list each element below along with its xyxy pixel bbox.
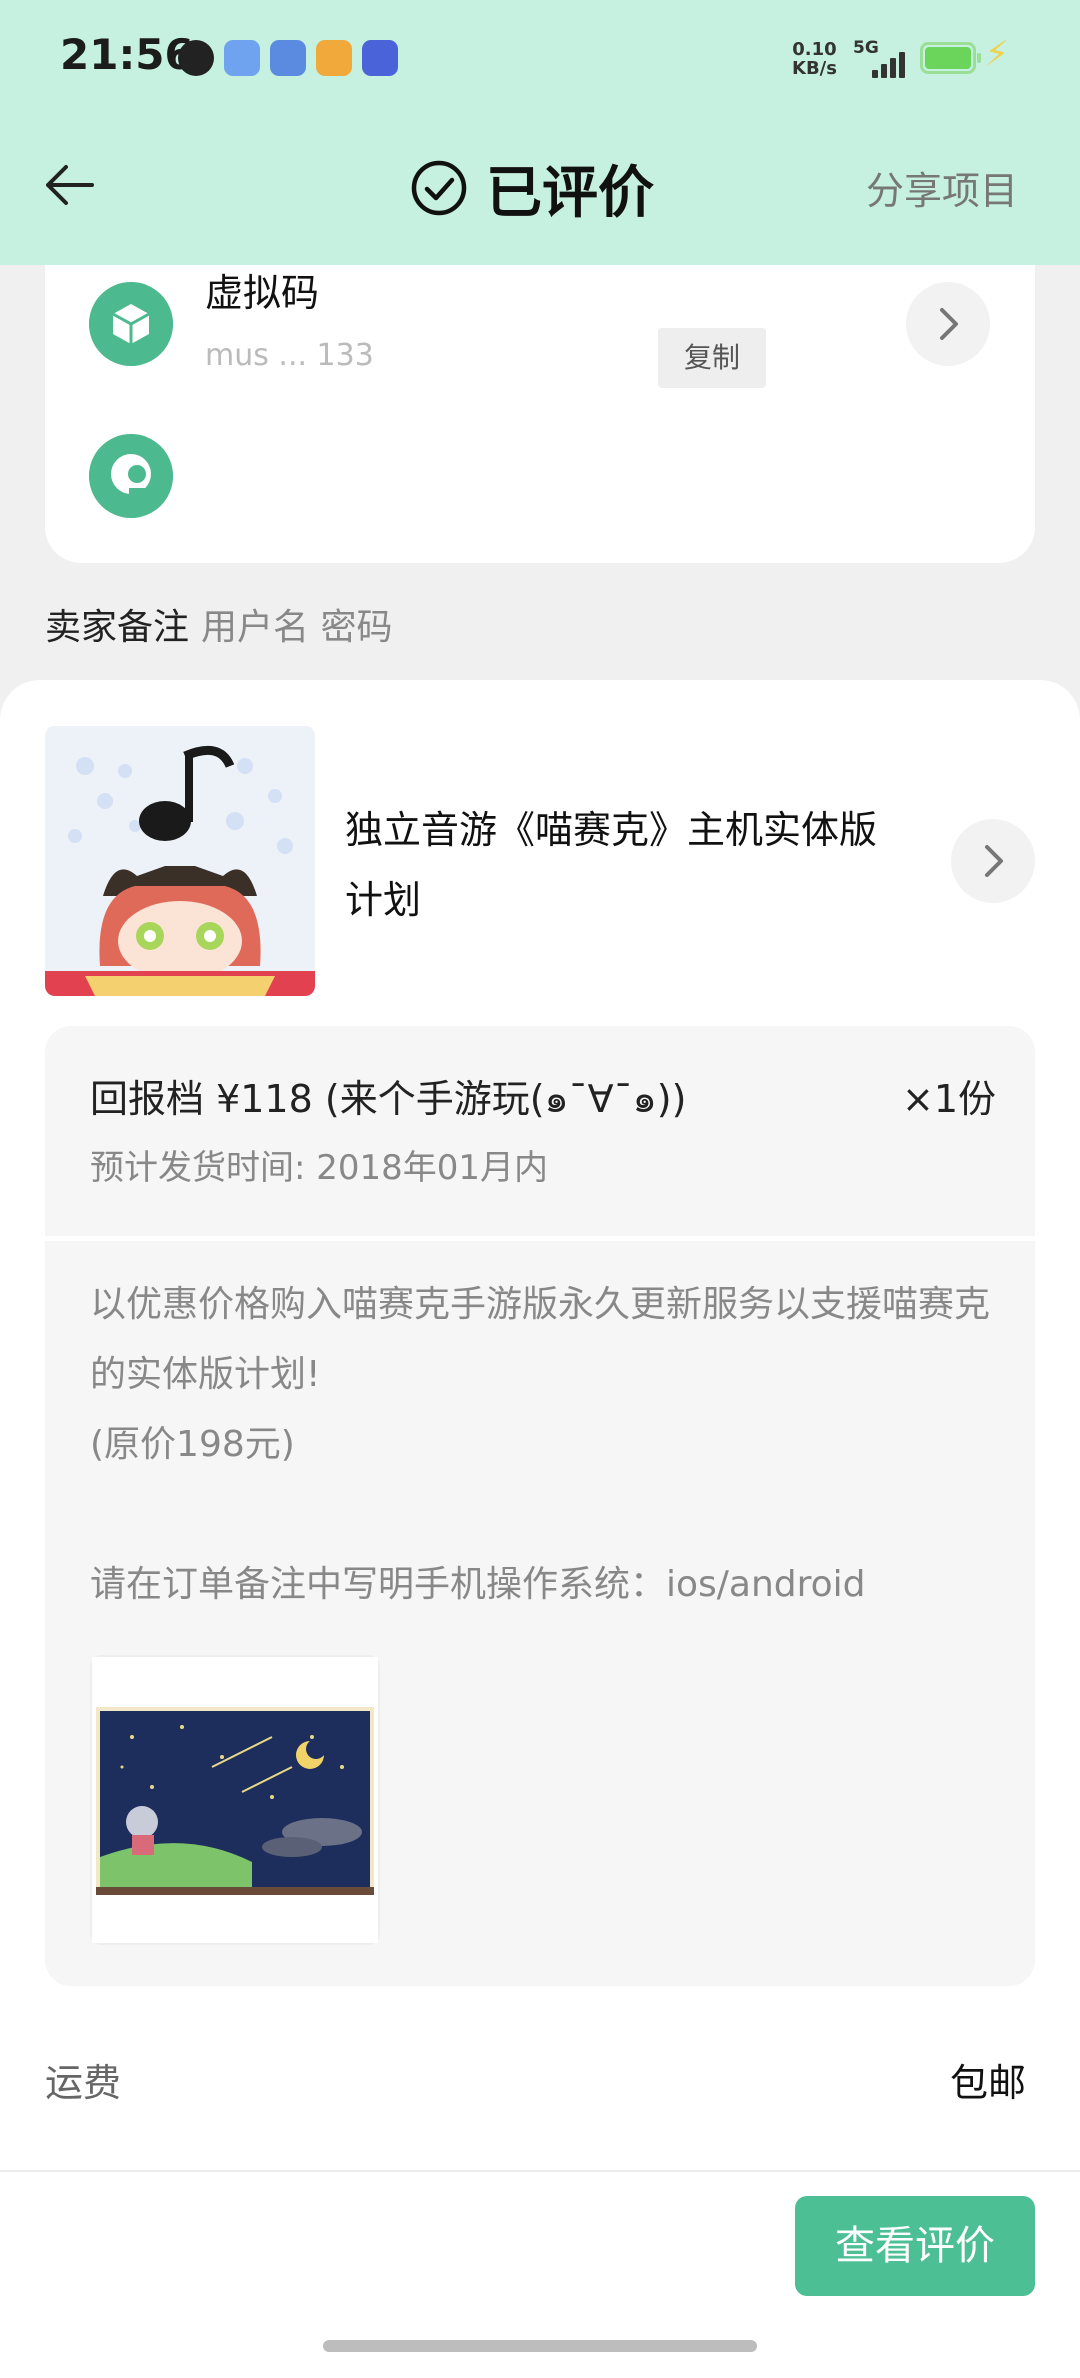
estimated-ship-time: 预计发货时间: 2018年01月内 [90,1148,549,1188]
check-circle-icon [411,160,467,216]
logo-icon [89,434,173,518]
reward-info-card [45,265,1035,563]
tier-quantity: ×1份 [902,1077,997,1121]
description-image[interactable] [90,1655,380,1945]
qq-icon [178,40,214,76]
virtual-code-value: mus ... 133 [205,338,374,368]
tier-name: 回报档 ¥118 (来个手游玩(๑¯∀¯๑)) [90,1077,687,1121]
project-cover-image [45,726,315,996]
virtual-code-label: 虚拟码 [205,271,320,315]
project-title[interactable]: 独立音游《喵赛克》主机实体版计划 [345,795,905,935]
description-blank-line [90,1480,1010,1550]
project-thumbnail[interactable] [45,726,315,996]
cube-icon [89,282,173,366]
battery-icon [920,42,981,74]
share-project-button[interactable]: 分享项目 [866,160,1018,215]
page-title-group: 已评价 [410,148,654,228]
divider [45,1236,1035,1241]
seller-note-value: 用户名 密码 [201,607,393,648]
app-icon [270,40,306,76]
net-speed: 0.10 KB/s [792,39,837,79]
view-review-button[interactable]: 查看评价 [795,2196,1035,2296]
description-line: (原价198元) [90,1424,295,1465]
tier-description: 以优惠价格购入喵赛克手游版永久更新服务以支援喵赛克的实体版计划! (原价198元… [90,1270,1010,1620]
description-line: 请在订单备注中写明手机操作系统：ios/android [90,1564,866,1605]
status-bar: 21:56 0.10 KB/s 5G ⚡ [0,0,1080,120]
chevron-right-icon[interactable] [906,282,990,366]
seller-note-label: 卖家备注 [45,607,190,648]
status-time: 21:56 [60,30,194,79]
copy-button[interactable]: 复制 [658,328,766,388]
charging-icon: ⚡ [985,34,1009,74]
seller-note: 卖家备注 用户名 密码 [45,598,392,650]
freight-value: 包邮 [950,2061,1027,2105]
tips-app-icon [316,40,352,76]
signal-icon [868,48,908,78]
chevron-right-icon[interactable] [951,819,1035,903]
home-indicator[interactable] [323,2340,757,2352]
cloud-app-icon [224,40,260,76]
robot-app-icon [362,40,398,76]
page-title: 已评价 [486,160,654,226]
description-line: 以优惠价格购入喵赛克手游版永久更新服务以支援喵赛克的实体版计划! [90,1284,991,1395]
night-sky-illustration [92,1657,378,1943]
freight-label: 运费 [45,2061,122,2105]
back-arrow-icon[interactable] [40,155,100,215]
